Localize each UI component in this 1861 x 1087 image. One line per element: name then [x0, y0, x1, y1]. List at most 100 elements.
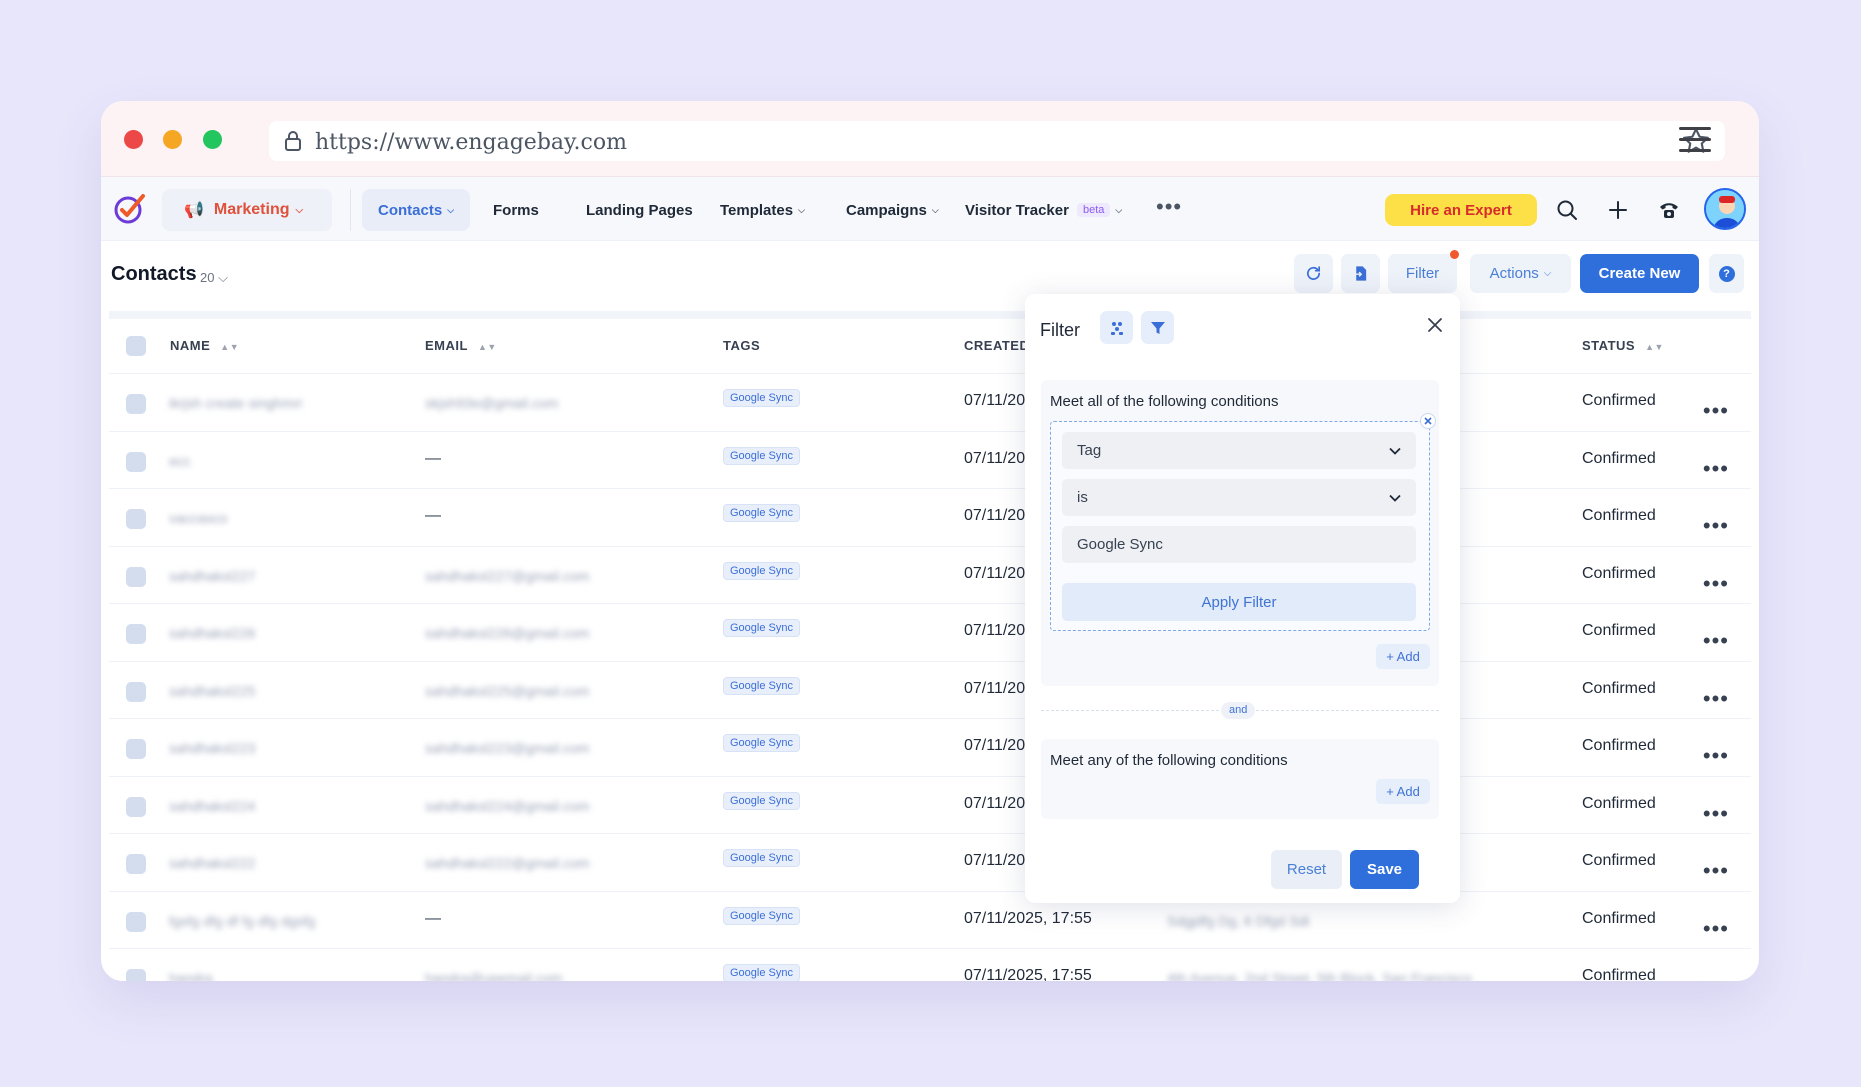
- column-header-email[interactable]: EMAIL ▲▼: [425, 338, 497, 353]
- table-row[interactable]: ikrjsh create singhmrr skjsh93e@gmail.com…: [109, 374, 1751, 432]
- contact-name[interactable]: handra: [169, 970, 213, 981]
- contact-name[interactable]: sahdhaksl225: [169, 683, 255, 699]
- browser-menu-icon[interactable]: [1679, 127, 1711, 153]
- maximize-window-button[interactable]: [203, 130, 222, 149]
- table-row[interactable]: sahdhaksl227 sahdhaksl227@gmail.com Google…: [109, 547, 1751, 604]
- row-more-icon[interactable]: •••: [1703, 858, 1729, 884]
- contact-name[interactable]: sahdhaksl226: [169, 625, 255, 641]
- save-button[interactable]: Save: [1350, 850, 1419, 889]
- nav-landing-pages[interactable]: Landing Pages: [570, 189, 709, 231]
- column-header-name[interactable]: NAME ▲▼: [170, 338, 239, 353]
- contact-name[interactable]: sahdhaksl223: [169, 740, 255, 756]
- column-header-created[interactable]: CREATED: [964, 338, 1029, 353]
- row-more-icon[interactable]: •••: [1703, 743, 1729, 769]
- table-row[interactable]: fgsfg dfg df fg dfg dgsfg — Google Sync 07/…: [109, 892, 1751, 949]
- table-row[interactable]: sahdhaksl226 sahdhaksl226@gmail.com Google…: [109, 604, 1751, 662]
- row-checkbox[interactable]: [126, 739, 146, 759]
- table-row[interactable]: sahdhaksl223 sahdhaksl223@gmail.com Google…: [109, 719, 1751, 777]
- address-bar[interactable]: https://www.engagebay.com: [269, 121, 1725, 161]
- tag-badge[interactable]: Google Sync: [723, 734, 800, 752]
- row-more-icon[interactable]: •••: [1703, 513, 1729, 539]
- row-checkbox[interactable]: [126, 624, 146, 644]
- filter-button[interactable]: Filter: [1388, 250, 1459, 293]
- row-checkbox[interactable]: [126, 796, 146, 817]
- funnel-filter-button[interactable]: [1141, 311, 1174, 344]
- table-row[interactable]: sahdhaksl225 sahdhaksl225@gmail.com Google…: [109, 662, 1751, 719]
- row-checkbox[interactable]: [126, 681, 146, 702]
- tag-badge[interactable]: Google Sync: [723, 906, 800, 925]
- reset-button[interactable]: Reset: [1271, 850, 1342, 889]
- apply-filter-button[interactable]: Apply Filter: [1062, 583, 1416, 621]
- table-row[interactable]: vaccasco — Google Sync 07/11/20 Confirmed •••: [109, 489, 1751, 547]
- plus-icon[interactable]: [1606, 198, 1630, 222]
- help-button[interactable]: ?: [1709, 254, 1744, 293]
- row-checkbox[interactable]: [126, 911, 146, 932]
- row-more-icon[interactable]: •••: [1703, 973, 1729, 981]
- help-icon: ?: [1718, 265, 1735, 282]
- remove-condition-button[interactable]: [1420, 413, 1436, 429]
- tag-badge[interactable]: Google Sync: [723, 504, 800, 522]
- contact-name[interactable]: fgsfg dfg df fg dfg dgsfg: [169, 913, 315, 929]
- nav-visitor-tracker[interactable]: Visitor Tracker beta ⌵: [949, 189, 1138, 231]
- tag-badge[interactable]: Google Sync: [723, 964, 800, 981]
- row-checkbox[interactable]: [126, 854, 146, 874]
- row-checkbox[interactable]: [126, 394, 146, 414]
- segment-filter-button[interactable]: [1100, 311, 1133, 344]
- contact-name[interactable]: sahdhaksl227: [169, 568, 255, 584]
- nav-contacts[interactable]: Contacts ⌵: [362, 189, 471, 231]
- tag-badge[interactable]: Google Sync: [723, 619, 800, 637]
- module-switcher-marketing[interactable]: 📢 Marketing ⌵: [162, 189, 332, 231]
- phone-icon[interactable]: [1657, 198, 1681, 222]
- user-avatar[interactable]: [1704, 188, 1746, 230]
- contact-name[interactable]: sahdhaksl224: [169, 798, 255, 814]
- select-all-checkbox[interactable]: [126, 336, 146, 356]
- nav-forms[interactable]: Forms: [477, 189, 555, 231]
- value-input[interactable]: Google Sync: [1062, 526, 1416, 563]
- hire-expert-button[interactable]: Hire an Expert: [1385, 194, 1537, 226]
- tag-badge[interactable]: Google Sync: [723, 676, 800, 695]
- table-row[interactable]: ecc — Google Sync 07/11/20 Confirmed •••: [109, 432, 1751, 489]
- tag-badge[interactable]: Google Sync: [723, 446, 800, 465]
- tag-badge[interactable]: Google Sync: [723, 561, 800, 580]
- add-any-condition-button[interactable]: + Add: [1376, 779, 1430, 804]
- add-all-condition-button[interactable]: + Add: [1376, 644, 1430, 669]
- contact-name[interactable]: vaccasco: [169, 510, 227, 526]
- row-more-icon[interactable]: •••: [1703, 456, 1729, 482]
- nav-templates[interactable]: Templates ⌵: [704, 189, 821, 231]
- row-more-icon[interactable]: •••: [1703, 801, 1729, 827]
- row-checkbox[interactable]: [126, 969, 146, 981]
- contact-count-dropdown[interactable]: 20 ⌵: [200, 270, 228, 286]
- row-more-icon[interactable]: •••: [1703, 628, 1729, 654]
- contact-name[interactable]: ikrjsh create singhmrr: [169, 395, 303, 411]
- row-more-icon[interactable]: •••: [1703, 571, 1729, 597]
- operator-select[interactable]: is: [1062, 479, 1416, 516]
- tag-badge[interactable]: Google Sync: [723, 849, 800, 867]
- table-row[interactable]: handra handra@upemail.com Google Sync 07/11…: [109, 949, 1751, 981]
- close-icon[interactable]: [1426, 316, 1444, 334]
- row-checkbox[interactable]: [126, 509, 146, 529]
- row-more-icon[interactable]: •••: [1703, 686, 1729, 712]
- import-button[interactable]: [1341, 254, 1380, 293]
- row-checkbox[interactable]: [126, 451, 146, 472]
- contact-name[interactable]: sahdhaksl222: [169, 855, 255, 871]
- close-window-button[interactable]: [124, 130, 143, 149]
- refresh-button[interactable]: [1294, 254, 1333, 293]
- table-row[interactable]: sahdhaksl224 sahdhaksl224@gmail.com Google…: [109, 777, 1751, 834]
- field-select[interactable]: Tag: [1062, 432, 1416, 469]
- create-new-button[interactable]: Create New: [1580, 254, 1699, 293]
- column-header-status[interactable]: STATUS ▲▼: [1582, 338, 1664, 353]
- row-checkbox[interactable]: [126, 566, 146, 587]
- created-date: 07/11/20: [964, 622, 1026, 639]
- more-nav-icon[interactable]: •••: [1156, 194, 1182, 220]
- search-icon[interactable]: [1555, 198, 1579, 222]
- minimize-window-button[interactable]: [163, 130, 182, 149]
- table-row[interactable]: sahdhaksl222 sahdhaksl222@gmail.com Google…: [109, 834, 1751, 892]
- tag-badge[interactable]: Google Sync: [723, 791, 800, 810]
- row-more-icon[interactable]: •••: [1703, 398, 1729, 424]
- engagebay-logo[interactable]: [113, 191, 147, 225]
- row-more-icon[interactable]: •••: [1703, 916, 1729, 942]
- tag-badge[interactable]: Google Sync: [723, 389, 800, 407]
- nav-campaigns[interactable]: Campaigns ⌵: [830, 189, 955, 231]
- actions-button[interactable]: Actions ⌵: [1470, 254, 1571, 293]
- contact-name[interactable]: ecc: [169, 453, 191, 469]
